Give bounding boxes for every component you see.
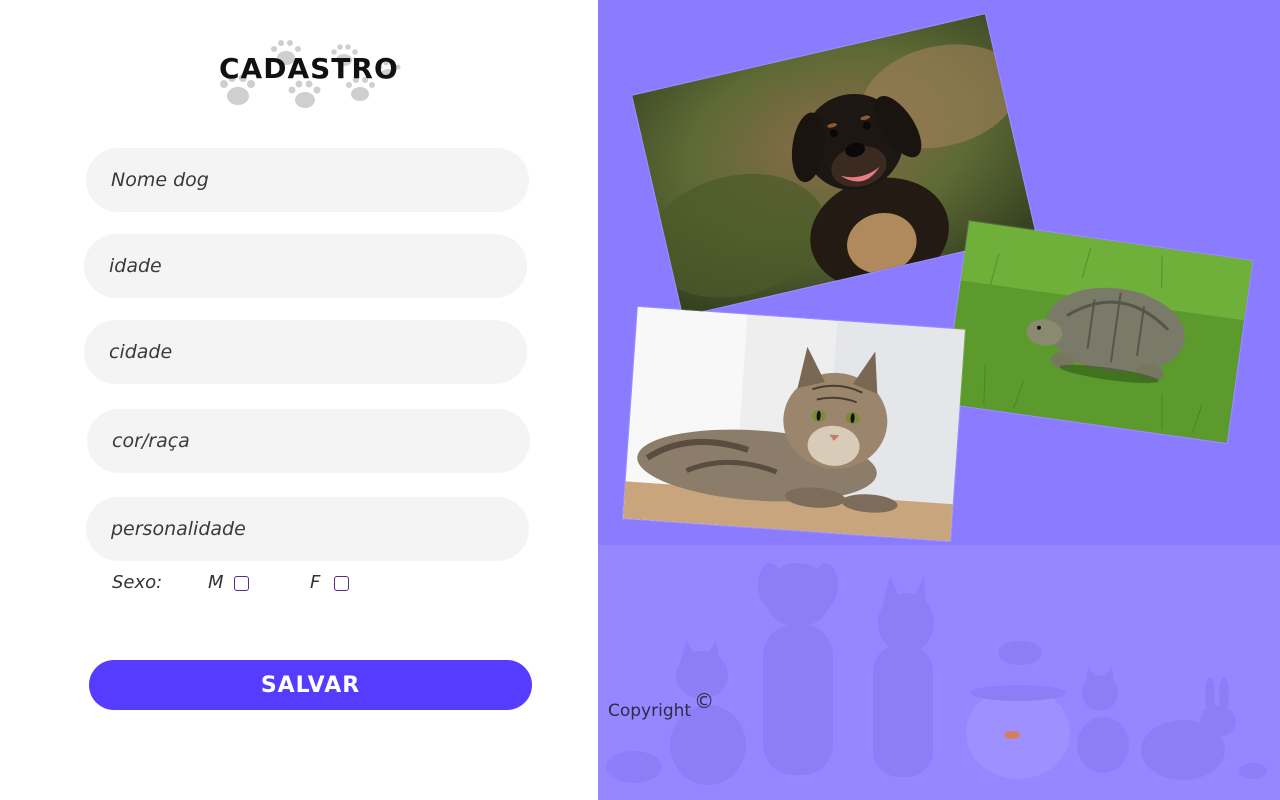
photo-panel bbox=[598, 0, 1280, 545]
cat-photo bbox=[623, 306, 965, 542]
sex-option-m-label: M bbox=[208, 572, 224, 593]
personality-field-wrap bbox=[86, 497, 529, 561]
age-input[interactable] bbox=[84, 234, 527, 298]
registration-page: CADASTRO Sexo: M F SALVAR bbox=[0, 0, 1280, 800]
age-field-wrap bbox=[84, 234, 527, 298]
color-breed-input[interactable] bbox=[87, 409, 530, 473]
copyright-notice: Copyright © bbox=[608, 689, 714, 721]
title-area: CADASTRO bbox=[210, 34, 410, 118]
turtle-photo bbox=[943, 220, 1253, 444]
sex-label: Sexo: bbox=[112, 572, 163, 593]
sex-selector: Sexo: M F bbox=[112, 572, 412, 596]
copyright-label: Copyright bbox=[608, 701, 692, 721]
copyright-symbol: © bbox=[694, 689, 715, 713]
page-title: CADASTRO bbox=[219, 52, 399, 85]
sex-option-f-label: F bbox=[310, 572, 321, 593]
city-field-wrap bbox=[84, 320, 527, 384]
city-input[interactable] bbox=[84, 320, 527, 384]
color-breed-field-wrap bbox=[87, 409, 530, 473]
form-panel: CADASTRO Sexo: M F SALVAR bbox=[0, 0, 598, 800]
dog-name-field-wrap bbox=[86, 148, 529, 212]
footer-banner: Copyright © bbox=[598, 545, 1280, 800]
personality-input[interactable] bbox=[86, 497, 529, 561]
pets-silhouette-banner bbox=[606, 563, 1267, 785]
sex-m-checkbox[interactable] bbox=[234, 576, 249, 591]
save-button[interactable]: SALVAR bbox=[89, 660, 532, 710]
sex-f-checkbox[interactable] bbox=[334, 576, 349, 591]
dog-name-input[interactable] bbox=[86, 148, 529, 212]
